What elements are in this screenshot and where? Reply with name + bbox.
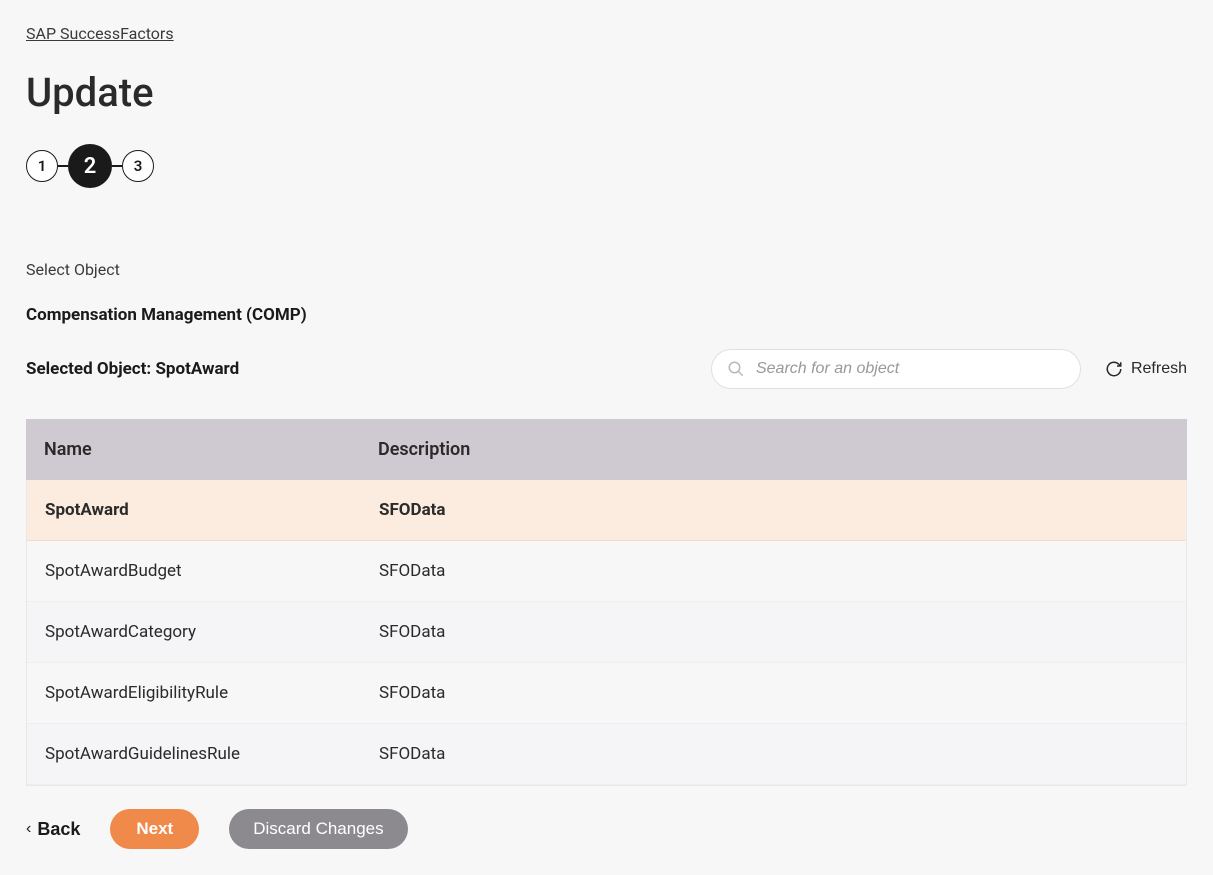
col-header-description: Description bbox=[360, 419, 1187, 480]
col-header-name: Name bbox=[26, 419, 360, 480]
step-connector bbox=[58, 165, 68, 167]
cell-name: SpotAwardCategory bbox=[27, 602, 361, 663]
chevron-left-icon: ‹ bbox=[26, 820, 31, 838]
back-label: Back bbox=[37, 819, 80, 840]
cell-description: SFOData bbox=[361, 541, 1186, 602]
breadcrumb: SAP SuccessFactors bbox=[26, 24, 1187, 43]
category-label: Compensation Management (COMP) bbox=[26, 305, 1187, 325]
refresh-button[interactable]: Refresh bbox=[1105, 360, 1187, 378]
step-3[interactable]: 3 bbox=[122, 150, 154, 182]
select-object-label: Select Object bbox=[26, 260, 1187, 279]
cell-description: SFOData bbox=[361, 480, 1186, 541]
search-box bbox=[711, 349, 1081, 389]
table-row[interactable]: SpotAwardGuidelinesRuleSFOData bbox=[27, 724, 1186, 785]
cell-description: SFOData bbox=[361, 663, 1186, 724]
cell-description: SFOData bbox=[361, 602, 1186, 663]
refresh-label: Refresh bbox=[1131, 360, 1187, 378]
table-scroll[interactable]: SpotAwardSFODataSpotAwardBudgetSFODataSp… bbox=[26, 480, 1187, 786]
selected-object-name: SpotAward bbox=[155, 359, 239, 379]
cell-name: SpotAwardEligibilityRule bbox=[27, 663, 361, 724]
table-row[interactable]: SpotAwardCategorySFOData bbox=[27, 602, 1186, 663]
cell-name: SpotAwardGuidelinesRule bbox=[27, 724, 361, 785]
next-button[interactable]: Next bbox=[110, 809, 199, 849]
step-1[interactable]: 1 bbox=[26, 150, 58, 182]
table-row[interactable]: SpotAwardBudgetSFOData bbox=[27, 541, 1186, 602]
table-row[interactable]: SpotAwardSFOData bbox=[27, 480, 1186, 541]
cell-name: SpotAwardBudget bbox=[27, 541, 361, 602]
table-row[interactable]: SpotAwardEligibilityRuleSFOData bbox=[27, 663, 1186, 724]
breadcrumb-link-product[interactable]: SAP SuccessFactors bbox=[26, 24, 174, 43]
object-table: Name Description SpotAwardSFODataSpotAwa… bbox=[26, 419, 1187, 786]
footer-actions: ‹ Back Next Discard Changes bbox=[26, 809, 408, 849]
page-title: Update bbox=[26, 69, 1187, 116]
back-button[interactable]: ‹ Back bbox=[26, 819, 80, 840]
step-connector bbox=[112, 165, 122, 167]
stepper: 1 2 3 bbox=[26, 144, 1187, 188]
search-input[interactable] bbox=[711, 349, 1081, 389]
selected-object: Selected Object: SpotAward bbox=[26, 359, 239, 379]
refresh-icon bbox=[1105, 360, 1123, 378]
search-icon bbox=[727, 360, 745, 378]
selected-object-prefix: Selected Object: bbox=[26, 359, 155, 379]
step-2[interactable]: 2 bbox=[68, 144, 112, 188]
cell-description: SFOData bbox=[361, 724, 1186, 785]
cell-name: SpotAward bbox=[27, 480, 361, 541]
discard-button[interactable]: Discard Changes bbox=[229, 809, 407, 849]
